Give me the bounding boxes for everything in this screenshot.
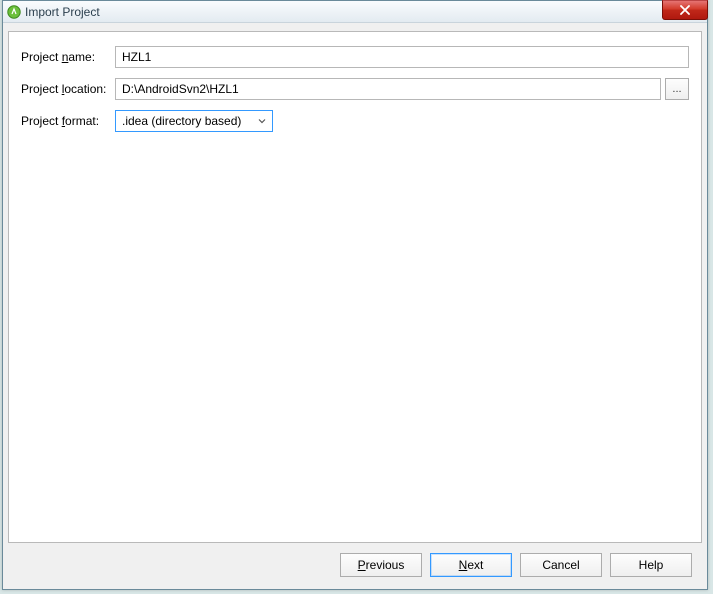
- project-name-label: Project name:: [21, 50, 115, 64]
- chevron-down-icon: [256, 115, 268, 127]
- project-format-label: Project format:: [21, 114, 115, 128]
- project-format-select-wrap: .idea (directory based): [115, 110, 273, 132]
- content-panel: Project name: Project location: ... Proj…: [8, 31, 702, 543]
- dialog-window: Import Project Project name: Project loc…: [2, 0, 708, 590]
- project-location-label: Project location:: [21, 82, 115, 96]
- button-bar: Previous Next Cancel Help: [8, 547, 702, 583]
- project-location-input[interactable]: [115, 78, 661, 100]
- project-format-value: .idea (directory based): [122, 114, 241, 128]
- project-name-row: Project name:: [21, 46, 689, 68]
- close-icon: [679, 5, 691, 15]
- project-format-select[interactable]: .idea (directory based): [115, 110, 273, 132]
- cancel-button[interactable]: Cancel: [520, 553, 602, 577]
- next-button[interactable]: Next: [430, 553, 512, 577]
- form-area: Project name: Project location: ... Proj…: [9, 32, 701, 132]
- window-title: Import Project: [25, 5, 100, 19]
- app-icon: [7, 5, 21, 19]
- project-location-row: Project location: ...: [21, 78, 689, 100]
- project-name-input[interactable]: [115, 46, 689, 68]
- help-button[interactable]: Help: [610, 553, 692, 577]
- previous-button[interactable]: Previous: [340, 553, 422, 577]
- titlebar: Import Project: [3, 1, 707, 23]
- close-button[interactable]: [662, 0, 708, 20]
- browse-location-button[interactable]: ...: [665, 78, 689, 100]
- project-format-row: Project format: .idea (directory based): [21, 110, 689, 132]
